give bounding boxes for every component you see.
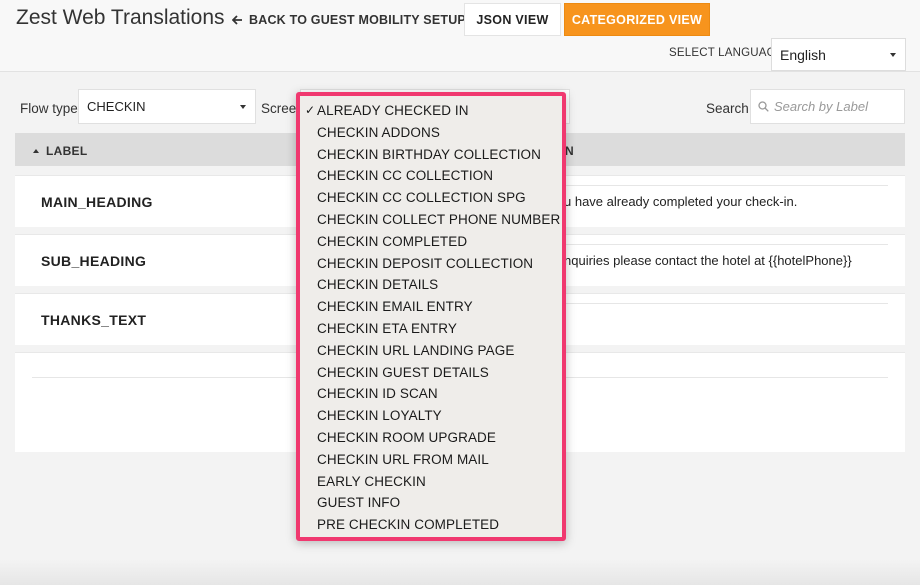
page-bottom-shade	[0, 560, 920, 585]
app-title: Zest Web Translations	[16, 6, 225, 29]
screen-option[interactable]: CHECKIN ID SCAN	[300, 383, 562, 405]
screen-option[interactable]: CHECKIN DETAILS	[300, 274, 562, 296]
checkmark-icon: ✓	[305, 103, 316, 117]
language-select[interactable]: English	[771, 38, 906, 71]
screen-option[interactable]: CHECKIN LOYALTY	[300, 405, 562, 427]
screen-option[interactable]: GUEST INFO	[300, 492, 562, 514]
caret-down-icon	[890, 52, 896, 57]
caret-down-icon	[240, 104, 246, 109]
row-key: THANKS_TEXT	[41, 312, 147, 328]
screen-option[interactable]: CHECKIN URL FROM MAIL	[300, 449, 562, 471]
row-key: MAIN_HEADING	[41, 194, 153, 210]
screen-option[interactable]: CHECKIN ROOM UPGRADE	[300, 427, 562, 449]
screen-option[interactable]: CHECKIN COLLECT PHONE NUMBER	[300, 209, 562, 231]
screen-option[interactable]: CHECKIN COMPLETED	[300, 231, 562, 253]
search-placeholder: Search by Label	[774, 99, 868, 114]
screen-option[interactable]: EARLY CHECKIN	[300, 471, 562, 493]
screen-option[interactable]: ✓ ALREADY CHECKED IN	[300, 100, 562, 122]
screen-option[interactable]: CHECKIN ADDONS	[300, 122, 562, 144]
row-divider	[564, 185, 888, 186]
categorized-view-button[interactable]: CATEGORIZED VIEW	[564, 3, 710, 36]
screen-option[interactable]: CHECKIN BIRTHDAY COLLECTION	[300, 144, 562, 166]
label-column-header[interactable]: LABEL	[33, 144, 88, 158]
row-divider	[564, 303, 888, 304]
json-view-button[interactable]: JSON VIEW	[464, 3, 561, 36]
row-value[interactable]: u have already completed your check-in.	[564, 194, 797, 209]
screen-option-label: ALREADY CHECKED IN	[317, 103, 469, 118]
back-to-guest-mobility-link[interactable]: BACK TO GUEST MOBILITY SETUP	[232, 13, 466, 27]
flow-type-label: Flow type	[20, 101, 78, 116]
flow-type-select[interactable]: CHECKIN	[78, 89, 256, 124]
screen-dropdown-list: ✓ ALREADY CHECKED IN CHECKIN ADDONS CHEC…	[296, 92, 566, 541]
back-link-label: BACK TO GUEST MOBILITY SETUP	[249, 13, 466, 27]
flow-type-value: CHECKIN	[87, 99, 146, 114]
screen-option[interactable]: CHECKIN URL LANDING PAGE	[300, 340, 562, 362]
top-bar: Zest Web Translations BACK TO GUEST MOBI…	[0, 0, 920, 72]
screen-option[interactable]: PRE CHECKIN COMPLETED	[300, 514, 562, 536]
sort-ascending-icon	[33, 149, 39, 153]
language-value: English	[780, 46, 826, 63]
screen-option[interactable]: CHECKIN CC COLLECTION SPG	[300, 187, 562, 209]
screen-option[interactable]: CHECKIN GUEST DETAILS	[300, 362, 562, 384]
translation-column-header: N	[565, 144, 574, 158]
arrow-left-icon	[232, 15, 242, 25]
search-input[interactable]: Search by Label	[750, 89, 905, 124]
select-language-label: SELECT LANGUAGE	[669, 47, 784, 59]
screen-option[interactable]: CHECKIN CC COLLECTION	[300, 165, 562, 187]
row-value[interactable]: nquiries please contact the hotel at {{h…	[564, 253, 852, 268]
row-key: SUB_HEADING	[41, 253, 147, 269]
search-label: Search	[706, 101, 749, 116]
screen-option[interactable]: CHECKIN EMAIL ENTRY	[300, 296, 562, 318]
row-divider	[564, 244, 888, 245]
screen-option[interactable]: CHECKIN ETA ENTRY	[300, 318, 562, 340]
label-column-title: LABEL	[46, 144, 88, 158]
screen-option[interactable]: CHECKIN DEPOSIT COLLECTION	[300, 253, 562, 275]
search-icon	[758, 101, 769, 112]
